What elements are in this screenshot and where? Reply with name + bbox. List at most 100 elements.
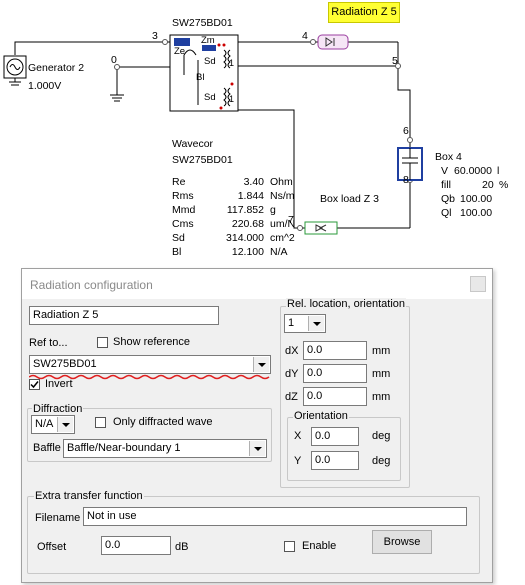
dz-field[interactable]: 0.0 [303,387,367,406]
box4-v-label: V [441,165,449,177]
y-label: Y [294,455,302,467]
offset-field[interactable]: 0.0 [101,536,171,555]
baffle-select-value: Baffle/Near-boundary 1 [67,442,181,454]
x-field[interactable]: 0.0 [311,427,359,446]
rel-select[interactable]: 1 [284,314,326,333]
show-reference-label: Show reference [113,336,191,348]
dy-label: dY [285,368,299,380]
orientation-group-label: Orientation [293,410,349,422]
chevron-down-icon[interactable] [253,357,269,372]
zm-label: Zm [201,35,215,46]
dx-label: dX [285,345,299,357]
param-name: Bl [172,246,182,258]
ref-select-value: SW275BD01 [33,358,97,370]
node-label-4: 4 [302,30,308,42]
filename-label: Filename [35,512,81,524]
enable-label: Enable [302,540,337,552]
param-row: Cms 220.68 um/N [172,218,295,230]
diffraction-group-label: Diffraction [32,403,84,415]
only-diffracted-checkbox[interactable] [95,417,106,428]
param-name: Re [172,176,186,188]
box4-fill-value: 20 [482,179,494,191]
param-unit: cm^2 [270,232,295,244]
sd-bottom-label: Sd [204,92,216,103]
name-field[interactable]: Radiation Z 5 [29,306,219,325]
show-reference-checkbox[interactable] [97,337,108,348]
filename-field[interactable]: Not in use [83,507,467,526]
node-label-6: 6 [403,125,409,137]
ref-to-label: Ref to... [29,337,68,349]
box4-ql-value: 100.00 [460,207,493,219]
radiation-badge[interactable]: Radiation Z 5 [328,2,400,23]
close-icon[interactable] [470,276,486,292]
box4-v-value: 60.0000 [454,165,492,177]
ratio-top: 1 [229,58,235,68]
checkmark-icon [30,381,39,389]
generator-name: Generator 2 [28,62,85,74]
param-row: Bl 12.100 N/A [172,246,288,258]
param-value: 220.68 [231,218,264,230]
box4-fill-label: fill [441,179,451,191]
box4-v-unit: l [497,165,500,177]
dx-field[interactable]: 0.0 [303,341,367,360]
param-value: 12.100 [231,246,264,258]
param-value: 3.40 [243,176,264,188]
radiation-element-icon [317,34,349,50]
ref-select[interactable]: SW275BD01 [29,355,271,374]
box4-fill-unit: % [499,179,509,191]
chevron-down-icon[interactable] [308,316,324,331]
wire-gen-to-driver [14,41,165,55]
diffraction-select[interactable]: N/A [31,415,75,434]
param-name: Rms [172,190,194,202]
param-name: Cms [172,218,194,230]
param-row: Sd 314.000 cm^2 [172,232,295,244]
param-unit: Ohm [270,176,293,188]
baffle-select[interactable]: Baffle/Near-boundary 1 [63,439,267,458]
driver-title: SW275BD01 [172,17,233,29]
ground-icon [110,94,124,102]
baffle-label: Baffle [33,442,61,454]
y-field[interactable]: 0.0 [311,451,359,470]
dz-label: dZ [285,391,298,403]
sd-top-label: Sd [204,56,216,67]
param-unit: um/N [270,218,296,230]
wavecor-model: SW275BD01 [172,154,233,166]
param-row: Rms 1.844 Ns/m [172,190,295,202]
box4-ql-label: Ql [441,207,452,219]
offset-label: Offset [37,541,67,553]
only-diffracted-label: Only diffracted wave [113,416,213,428]
x-label: X [294,430,302,442]
radiation-config-dialog: Radiation configuration Radiation Z 5 Re… [21,268,493,583]
param-name: Mmd [172,204,196,216]
generator-voltage: 1.000V [28,80,62,92]
dialog-titlebar[interactable]: Radiation configuration [22,269,492,299]
chevron-down-icon[interactable] [249,441,265,456]
offset-unit: dB [175,541,189,553]
node-7-dot [297,225,303,231]
node-6-dot [407,137,413,143]
bl-label: Bl [196,72,205,83]
node-label-5: 5 [392,55,398,67]
param-value: 314.000 [226,232,264,244]
enable-checkbox[interactable] [284,541,295,552]
node-3-dot [162,39,168,45]
box4-qb-value: 100.00 [460,193,493,205]
rel-location-group-label: Rel. location, orientation [286,298,407,310]
chevron-down-icon[interactable] [57,417,73,432]
x-unit: deg [372,430,391,442]
param-unit: Ns/m [270,190,295,202]
param-value: 1.844 [237,190,264,202]
node-label-3: 3 [152,30,158,42]
y-unit: deg [372,455,391,467]
diffraction-select-value: N/A [35,418,54,430]
ze-icon [174,38,190,46]
dy-field[interactable]: 0.0 [303,364,367,383]
browse-button[interactable]: Browse [372,530,432,554]
node-4-dot [310,39,316,45]
param-row: Mmd 117.852 g [172,204,276,216]
dz-unit: mm [372,391,391,403]
invert-checkbox[interactable] [29,379,40,390]
dy-unit: mm [372,368,391,380]
dx-unit: mm [372,345,391,357]
param-unit: g [270,204,276,216]
